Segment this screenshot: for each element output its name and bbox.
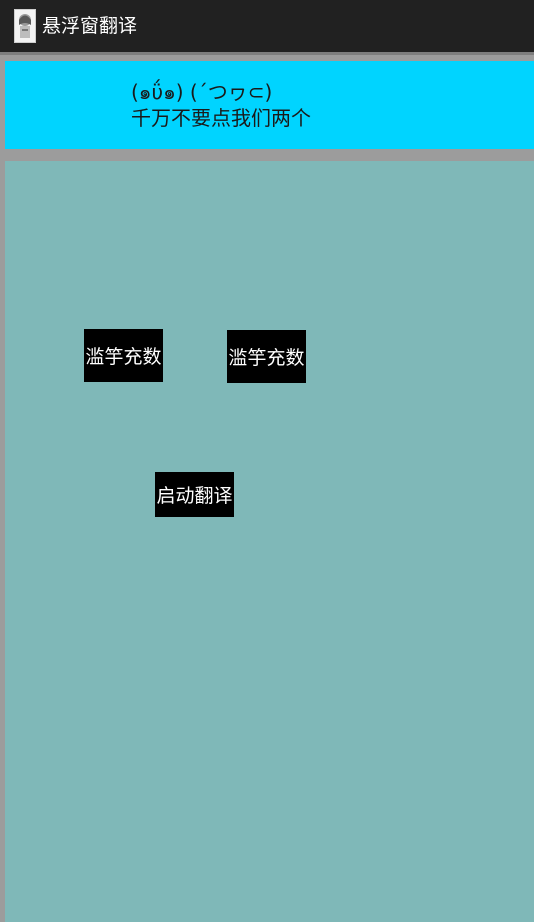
kaomoji-text: (๑ΰ๑) (´つヮ⊂) <box>131 80 273 104</box>
title-bar-shadow <box>0 52 534 55</box>
warning-banner: (๑ΰ๑) (´つヮ⊂) 千万不要点我们两个 <box>5 61 534 149</box>
warning-text: 千万不要点我们两个 <box>131 106 311 130</box>
start-translate-button[interactable]: 启动翻译 <box>155 472 234 517</box>
filler-button-right[interactable]: 滥竽充数 <box>227 330 306 383</box>
app-title: 悬浮窗翻译 <box>42 15 138 37</box>
app-avatar-icon <box>14 9 36 43</box>
main-panel: 滥竽充数 滥竽充数 启动翻译 <box>5 161 534 922</box>
filler-button-left[interactable]: 滥竽充数 <box>84 329 163 382</box>
title-bar: 悬浮窗翻译 <box>0 0 534 52</box>
